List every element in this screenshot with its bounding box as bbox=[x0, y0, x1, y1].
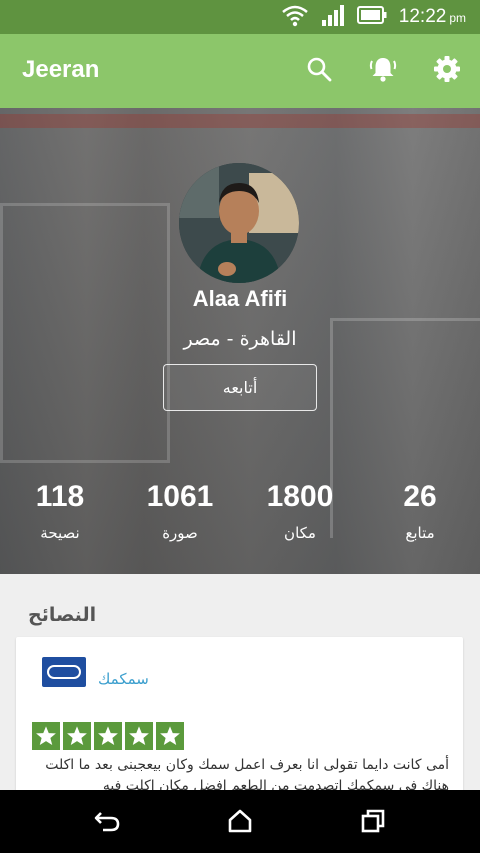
wifi-icon bbox=[281, 3, 309, 31]
star-icon bbox=[94, 722, 122, 750]
signal-icon bbox=[321, 4, 345, 30]
tips-section: النصائح سمكمك أمى كانت دايما تقولى انا ب… bbox=[0, 574, 480, 807]
app-title: Jeeran bbox=[22, 56, 100, 83]
stat-value: 1800 bbox=[266, 480, 334, 513]
notifications-button[interactable] bbox=[366, 54, 400, 88]
stat-label: نصيحة bbox=[40, 524, 80, 542]
home-icon bbox=[227, 808, 253, 838]
status-bar: 12:22 pm bbox=[0, 0, 480, 34]
stat-label: مكان bbox=[284, 524, 316, 542]
clock-suffix: pm bbox=[449, 11, 466, 25]
place-logo[interactable] bbox=[42, 657, 86, 687]
star-icon bbox=[125, 722, 153, 750]
stat-label: متابع bbox=[405, 524, 435, 542]
star-icon bbox=[63, 722, 91, 750]
search-icon bbox=[306, 56, 332, 86]
clock-time: 12:22 bbox=[398, 6, 447, 27]
stat-followers[interactable]: 26 متابع bbox=[365, 480, 475, 542]
profile-name: Alaa Afifi bbox=[192, 286, 288, 311]
stat-photos[interactable]: 1061 صورة bbox=[125, 480, 235, 542]
clock: 12:22 pm bbox=[399, 6, 466, 28]
follow-button[interactable]: أتابعه bbox=[163, 364, 317, 411]
place-name-link[interactable]: سمكمك bbox=[98, 670, 149, 688]
profile-stats: 26 متابع 1800 مكان 1061 صورة 118 نصيحة bbox=[0, 480, 480, 550]
back-button[interactable] bbox=[90, 806, 124, 840]
system-nav-bar bbox=[0, 790, 480, 853]
app-bar: Jeeran bbox=[0, 34, 480, 108]
star-icon bbox=[156, 722, 184, 750]
bell-icon bbox=[368, 55, 398, 87]
gear-icon bbox=[433, 55, 461, 87]
home-button[interactable] bbox=[223, 806, 257, 840]
battery-icon bbox=[356, 6, 387, 28]
search-button[interactable] bbox=[302, 54, 336, 88]
stat-tips[interactable]: 118 نصيحة bbox=[5, 480, 115, 542]
cover-decoration bbox=[0, 114, 480, 128]
tip-card[interactable]: سمكمك أمى كانت دايما تقولى انا بعرف اعمل… bbox=[16, 637, 463, 807]
stat-value: 26 bbox=[403, 480, 437, 513]
star-icon bbox=[32, 722, 60, 750]
profile-header: Alaa Afifi القاهرة - مصر أتابعه 26 متابع… bbox=[0, 108, 480, 574]
section-title: النصائح bbox=[28, 604, 97, 626]
profile-location: القاهرة - مصر bbox=[183, 328, 297, 350]
settings-button[interactable] bbox=[430, 54, 464, 88]
back-icon bbox=[93, 809, 121, 837]
stat-value: 1061 bbox=[146, 480, 214, 513]
app-screen: 12:22 pm Jeeran Alaa Afifi القاهرة - مصر… bbox=[0, 0, 480, 853]
stat-value: 118 bbox=[35, 480, 85, 513]
recents-icon bbox=[360, 808, 386, 838]
stat-places[interactable]: 1800 مكان bbox=[245, 480, 355, 542]
recents-button[interactable] bbox=[356, 806, 390, 840]
rating-stars bbox=[32, 722, 184, 750]
avatar[interactable] bbox=[179, 163, 299, 283]
stat-label: صورة bbox=[162, 524, 198, 542]
